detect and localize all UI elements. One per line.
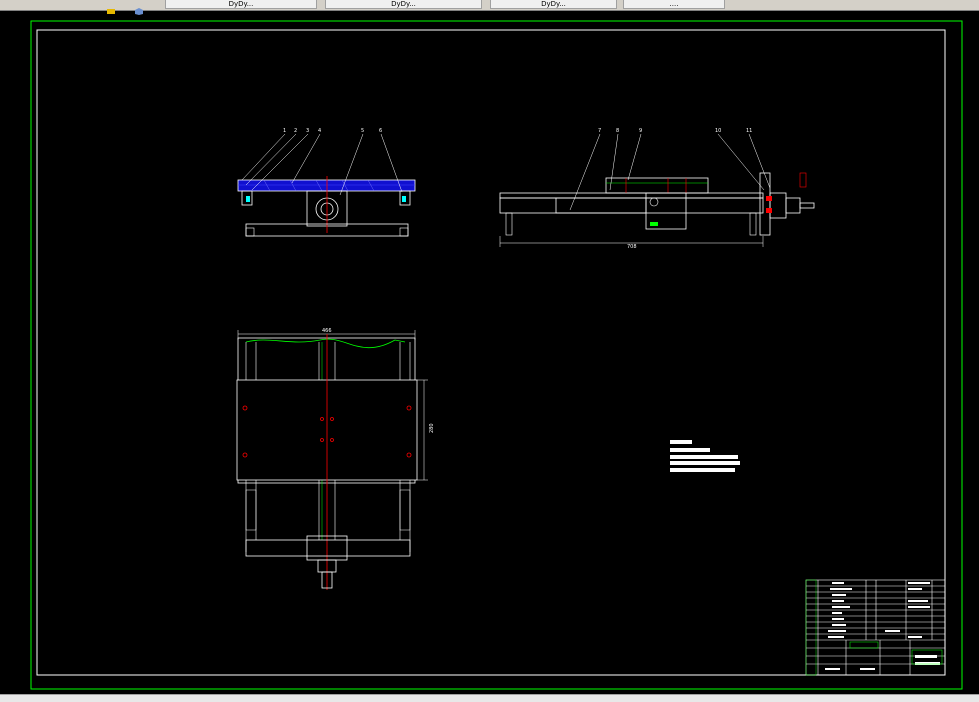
balloon-label: 5 xyxy=(361,128,364,134)
plan-width-dimension: 466 xyxy=(322,328,332,334)
front-plate xyxy=(237,179,416,192)
folder-icon[interactable] xyxy=(106,0,116,14)
balloon-label: 3 xyxy=(306,128,309,134)
carriage xyxy=(605,177,709,194)
break-line xyxy=(245,338,406,349)
toolbar-tab-3[interactable]: DyDy... xyxy=(490,0,617,9)
plan-view: 466 280 xyxy=(236,328,435,590)
drawing-canvas[interactable]: 1 2 3 4 5 6 708 7 8 9 10 11 466 280 xyxy=(0,10,979,694)
title-block xyxy=(805,579,946,676)
side-length-dimension: 708 xyxy=(627,244,637,250)
plan-height-dimension: 280 xyxy=(429,423,435,433)
cube-icon[interactable] xyxy=(134,0,144,15)
balloon-label: 1 xyxy=(283,128,286,134)
balloon-label: 8 xyxy=(616,128,619,134)
balloon-label: 4 xyxy=(318,128,321,134)
inner-frame xyxy=(36,29,946,676)
balloon-label: 11 xyxy=(746,128,752,134)
toolbar-tab-2[interactable]: DyDy... xyxy=(325,0,482,9)
outer-frame xyxy=(30,20,963,690)
balloon-label: 6 xyxy=(379,128,382,134)
balloon-label: 9 xyxy=(639,128,642,134)
toolbar-tab-1[interactable]: DyDy... xyxy=(165,0,317,9)
toolbar-tab-4[interactable]: .... xyxy=(623,0,725,9)
front-view: 1 2 3 4 5 6 xyxy=(237,128,416,237)
side-view: 708 7 8 9 10 11 xyxy=(499,128,815,250)
cad-drawing[interactable]: 1 2 3 4 5 6 708 7 8 9 10 11 466 280 xyxy=(0,10,979,694)
balloon-label: 10 xyxy=(715,128,721,134)
technical-notes xyxy=(670,440,740,472)
balloon-label: 2 xyxy=(294,128,297,134)
balloon-label: 7 xyxy=(598,128,601,134)
title-block-fills xyxy=(825,582,940,670)
